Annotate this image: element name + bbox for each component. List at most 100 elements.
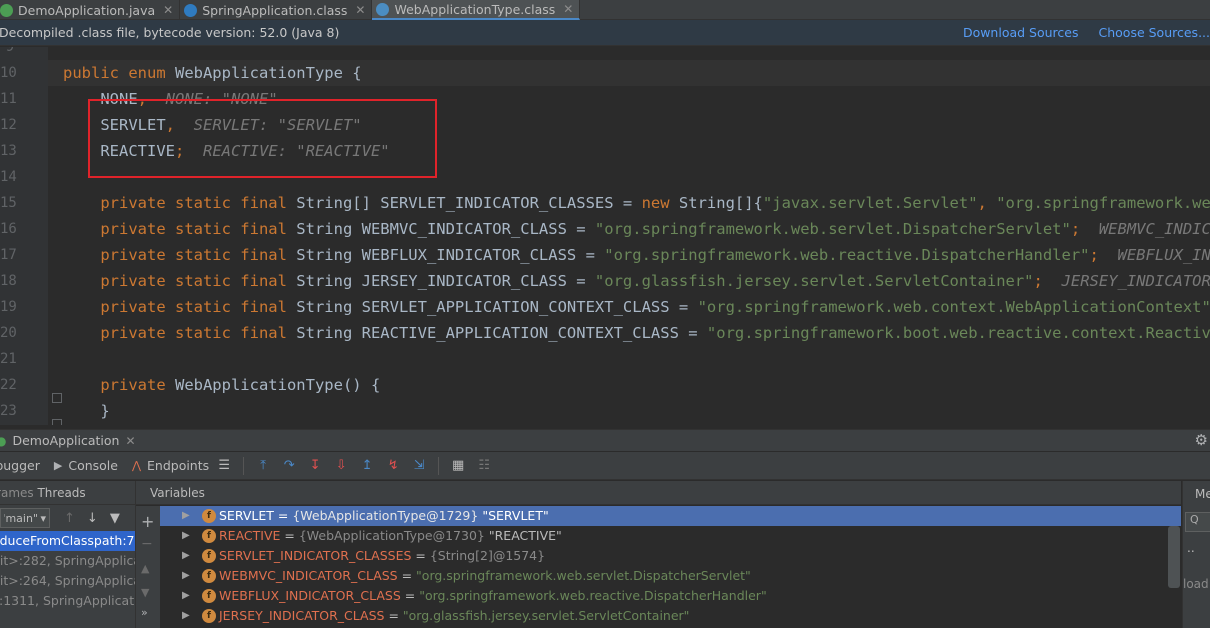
tab-endpoints[interactable]: ⋀ Endpoints bbox=[132, 458, 209, 473]
line-number: 13 bbox=[0, 143, 17, 159]
variable-type: {String[2]@1574} bbox=[429, 548, 546, 563]
line-number: 15 bbox=[0, 195, 17, 211]
thread-select[interactable]: "main"... ▾ bbox=[0, 508, 50, 528]
code-token: "org.springframework.web.context.Configu… bbox=[996, 194, 1210, 212]
code-line[interactable]: private static final String[] SERVLET_IN… bbox=[63, 190, 1210, 216]
variables-tree[interactable]: ▶ f SERVLET = {WebApplicationType@1729} "S… bbox=[160, 506, 1181, 628]
line-number: 12 bbox=[0, 117, 17, 133]
code-editor[interactable]: 9 10 11 12 13 14 15 16 17 18 19 20 21 22 23 public enu… bbox=[0, 47, 1210, 425]
evaluate-expression-icon[interactable]: ▦ bbox=[451, 458, 465, 473]
code-line[interactable]: private static final String SERVLET_APPL… bbox=[63, 294, 1210, 320]
expand-arrow-icon[interactable]: ▶ bbox=[182, 566, 190, 586]
class-icon bbox=[0, 3, 13, 17]
variables-scrollbar[interactable] bbox=[1168, 526, 1180, 588]
fold-marker-icon[interactable] bbox=[52, 419, 62, 425]
line-number: 20 bbox=[0, 325, 17, 341]
code-line[interactable]: private static final String WEBMVC_INDIC… bbox=[63, 216, 1210, 242]
code-token: private static final bbox=[63, 194, 297, 212]
tab-2[interactable]: WebApplicationType.class ✕ bbox=[372, 0, 581, 20]
code-line[interactable]: private static final String JERSEY_INDIC… bbox=[63, 268, 1210, 294]
arrow-down-icon[interactable]: ↓ bbox=[87, 511, 98, 526]
tab-console[interactable]: ▶ Console bbox=[54, 458, 118, 473]
frame-item[interactable]: <init>:264, SpringApplication bbox=[0, 571, 135, 591]
frames-pane: Frames Threads "main"... ▾ ↑ ↓ ▼ deduceF… bbox=[0, 481, 136, 628]
step-into-icon[interactable]: ↧ bbox=[308, 458, 322, 473]
tab-0[interactable]: DemoApplication.java ✕ bbox=[0, 0, 181, 20]
line-number: 16 bbox=[0, 221, 17, 237]
expand-arrow-icon[interactable]: ▶ bbox=[182, 586, 190, 606]
frame-label: <init>:282, SpringApplication bbox=[0, 553, 135, 568]
step-out-icon[interactable]: ↥ bbox=[360, 458, 374, 473]
code-line[interactable]: public enum WebApplicationType { bbox=[48, 60, 1210, 86]
move-down-icon[interactable]: ▼ bbox=[141, 586, 149, 599]
code-line[interactable]: private WebApplicationType() { bbox=[63, 372, 380, 398]
filter-icon[interactable]: ▼ bbox=[110, 511, 120, 526]
memory-search-input[interactable]: Q bbox=[1185, 512, 1210, 532]
run-to-cursor-icon[interactable]: ⇲ bbox=[412, 458, 426, 473]
variable-row[interactable]: ▶ f REACTIVE = {WebApplicationType@1730} "… bbox=[160, 526, 1181, 546]
frames-controls: "main"... ▾ ↑ ↓ ▼ bbox=[0, 505, 135, 531]
expand-arrow-icon[interactable]: ▶ bbox=[182, 606, 190, 626]
more-icon[interactable]: » bbox=[141, 606, 148, 619]
threads-header-label[interactable]: Threads bbox=[37, 486, 85, 500]
toolbar-separator bbox=[243, 456, 245, 475]
code-token: "org.springframework.web.servlet.Dispatc… bbox=[594, 220, 1071, 238]
fold-marker-icon[interactable] bbox=[52, 393, 62, 403]
gear-icon[interactable]: ⚙ bbox=[1195, 431, 1208, 449]
layout-menu-icon[interactable]: ☰ bbox=[217, 458, 231, 473]
close-icon[interactable]: ✕ bbox=[125, 434, 135, 448]
frame-item[interactable]: deduceFromClasspath:71, WebApplicationTy… bbox=[0, 531, 135, 551]
add-watch-icon[interactable]: + bbox=[141, 512, 154, 531]
close-icon[interactable]: ✕ bbox=[355, 3, 365, 17]
code-token: String[] SERVLET_INDICATOR_CLASSES = bbox=[296, 194, 642, 212]
endpoints-icon: ⋀ bbox=[131, 459, 141, 472]
close-icon[interactable]: ✕ bbox=[163, 3, 173, 17]
variable-row[interactable]: ▶ f JERSEY_INDICATOR_CLASS = "org.glassfis… bbox=[160, 606, 1181, 626]
expand-arrow-icon[interactable]: ▶ bbox=[182, 546, 190, 566]
expand-arrow-icon[interactable]: ▶ bbox=[182, 506, 190, 526]
frames-header-label[interactable]: Frames bbox=[0, 486, 34, 500]
trace-current-stream-icon[interactable]: ☷ bbox=[477, 458, 491, 473]
code-token: , bbox=[977, 194, 997, 212]
field-icon: f bbox=[202, 589, 216, 603]
force-step-into-icon[interactable]: ⇩ bbox=[334, 458, 348, 473]
debug-session-title[interactable]: DemoApplication bbox=[12, 433, 119, 448]
chevron-down-icon: ▾ bbox=[40, 511, 46, 525]
remove-watch-icon[interactable]: − bbox=[141, 536, 153, 552]
step-over-icon[interactable]: ↷ bbox=[282, 458, 296, 473]
arrow-up-icon[interactable]: ↑ bbox=[64, 511, 75, 526]
line-number-gutter: 9 10 11 12 13 14 15 16 17 18 19 20 21 22 23 bbox=[0, 47, 48, 425]
variable-row[interactable]: ▶ f WEBFLUX_INDICATOR_CLASS = "org.springf… bbox=[160, 586, 1181, 606]
choose-sources-link[interactable]: Choose Sources... bbox=[1099, 25, 1210, 40]
variable-equals: = bbox=[411, 548, 430, 563]
frame-item[interactable]: run:1311, SpringApplication (org.s bbox=[0, 591, 135, 611]
code-line[interactable]: } bbox=[63, 398, 109, 424]
variable-row[interactable]: ▶ f WEBMVC_INDICATOR_CLASS = "org.springfr… bbox=[160, 566, 1181, 586]
frame-item[interactable]: <init>:282, SpringApplication bbox=[0, 551, 135, 571]
code-line[interactable]: private static final String WEBFLUX_INDI… bbox=[63, 242, 1210, 268]
run-config-icon: ● bbox=[0, 433, 7, 448]
code-line[interactable]: private static final String REACTIVE_APP… bbox=[63, 320, 1210, 346]
tab-1[interactable]: SpringApplication.class ✕ bbox=[180, 0, 373, 20]
code-token: private static final bbox=[63, 272, 297, 290]
variable-equals: = bbox=[273, 508, 293, 523]
variable-row[interactable]: ▶ f SERVLET = {WebApplicationType@1729} "S… bbox=[160, 506, 1181, 526]
variable-row[interactable]: ▶ f SERVLET_INDICATOR_CLASSES = {String[2]… bbox=[160, 546, 1181, 566]
field-icon: f bbox=[202, 529, 216, 543]
variable-value: "org.springframework.web.reactive.Dispat… bbox=[419, 588, 767, 603]
close-icon[interactable]: ✕ bbox=[563, 2, 573, 16]
expand-arrow-icon[interactable]: ▶ bbox=[182, 526, 190, 546]
code-token: WebApplicationType { bbox=[174, 64, 362, 82]
move-up-icon[interactable]: ▲ bbox=[141, 562, 149, 575]
memory-more[interactable]: .. bbox=[1187, 541, 1195, 555]
variable-text: JERSEY_INDICATOR_CLASS = "org.glassfish.… bbox=[219, 606, 689, 626]
memory-load-link[interactable]: load bbox=[1183, 577, 1209, 591]
drop-frame-icon[interactable]: ↯ bbox=[386, 458, 400, 473]
tab-debugger[interactable]: Debugger bbox=[0, 458, 40, 473]
variable-text: SERVLET = {WebApplicationType@1729} "SER… bbox=[219, 506, 549, 526]
variable-value: "org.springframework.web.servlet.Dispatc… bbox=[416, 568, 751, 583]
line-number: 18 bbox=[0, 273, 17, 289]
memory-header[interactable]: Memory bbox=[1195, 487, 1210, 501]
show-execution-point-icon[interactable]: ⤒ bbox=[256, 458, 270, 473]
download-sources-link[interactable]: Download Sources bbox=[963, 25, 1079, 40]
